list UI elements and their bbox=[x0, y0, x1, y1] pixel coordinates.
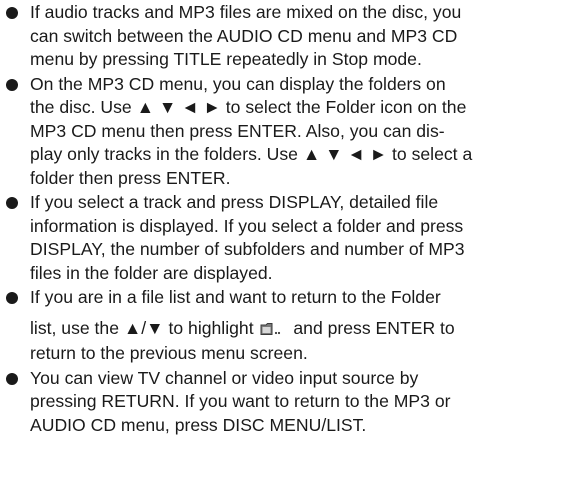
text-line-with-icon: list, use the ▲/▼ to highlight and press… bbox=[30, 317, 559, 343]
list-item: On the MP3 CD menu, you can display the … bbox=[3, 73, 559, 191]
folder-up-icon bbox=[260, 319, 284, 343]
list-item: You can view TV channel or video input s… bbox=[3, 367, 559, 438]
text-line: files in the folder are displayed. bbox=[30, 262, 273, 283]
bullet-dot bbox=[6, 197, 18, 209]
bullet-dot bbox=[6, 372, 18, 385]
list-item: If you are in a file list and want to re… bbox=[3, 286, 559, 366]
bullet-dot bbox=[6, 292, 18, 304]
list-item: If audio tracks and MP3 files are mixed … bbox=[3, 1, 559, 72]
notes-list: If audio tracks and MP3 files are mixed … bbox=[3, 1, 559, 438]
text-line: menu by pressing TITLE repeatedly in Sto… bbox=[30, 49, 422, 69]
text-segment: and press ENTER to bbox=[288, 317, 455, 338]
text-line: If audio tracks and MP3 files are mixed … bbox=[30, 2, 462, 22]
text-line: folder then press ENTER. bbox=[30, 167, 231, 188]
text-line: AUDIO CD menu, press DISC MENU/LIST. bbox=[30, 414, 367, 435]
text-line: If you are in a file list and want to re… bbox=[30, 287, 441, 307]
text-line: can switch between the AUDIO CD menu and… bbox=[30, 25, 458, 46]
text-line: If you select a track and press DISPLAY,… bbox=[30, 192, 439, 212]
text-segment: list, use the ▲/▼ to highlight bbox=[30, 317, 259, 338]
text-line: You can view TV channel or video input s… bbox=[30, 367, 419, 388]
bullet-dot bbox=[6, 78, 18, 91]
text-line: the disc. Use ▲ ▼ ◄ ► to select the Fold… bbox=[30, 97, 467, 117]
text-line: information is displayed. If you select … bbox=[30, 215, 464, 236]
text-line: On the MP3 CD menu, you can display the … bbox=[30, 73, 446, 94]
list-item: If you select a track and press DISPLAY,… bbox=[3, 191, 559, 285]
text-line: play only tracks in the folders. Use ▲ ▼… bbox=[30, 144, 473, 164]
bullet-dot bbox=[6, 7, 18, 19]
text-line: MP3 CD menu then press ENTER. Also, you … bbox=[30, 120, 445, 141]
text-line: return to the previous menu screen. bbox=[30, 343, 308, 363]
manual-page: If audio tracks and MP3 files are mixed … bbox=[0, 0, 563, 485]
text-line: DISPLAY, the number of subfolders and nu… bbox=[30, 239, 465, 259]
text-line: pressing RETURN. If you want to return t… bbox=[30, 391, 451, 411]
